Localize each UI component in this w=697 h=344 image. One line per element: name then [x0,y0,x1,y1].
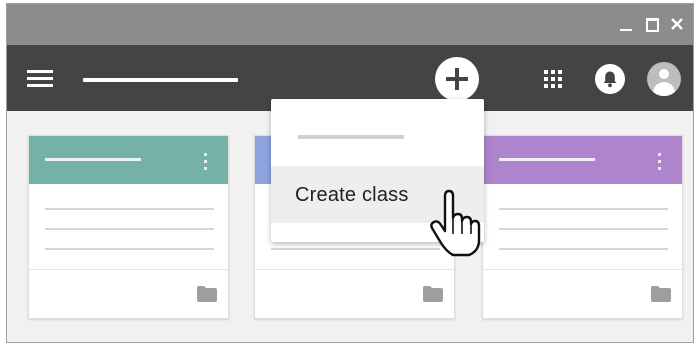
folder-icon[interactable] [423,286,443,307]
notification-bell-icon[interactable] [595,64,625,94]
minimize-icon[interactable] [617,14,637,34]
class-card[interactable] [28,135,229,319]
card-text-placeholder [499,208,668,210]
maximize-icon[interactable] [643,14,663,34]
plus-icon[interactable] [435,57,479,101]
card-divider [255,269,454,270]
card-text-placeholder [271,248,440,250]
create-class-label: Create class [295,184,409,206]
class-card[interactable] [482,135,683,319]
join-class-placeholder[interactable] [298,135,404,139]
app-window: Create class [6,3,694,343]
card-divider [483,269,682,270]
card-title-placeholder [45,158,141,161]
card-text-placeholder [45,248,214,250]
apps-grid-icon[interactable] [544,70,562,88]
hand-pointer-icon [427,188,483,263]
card-title-placeholder [499,158,595,161]
hamburger-menu-icon[interactable] [27,67,53,89]
card-divider [29,269,228,270]
more-vert-icon[interactable] [204,153,208,171]
folder-icon[interactable] [197,286,217,307]
card-text-placeholder [45,228,214,230]
card-text-placeholder [45,208,214,210]
card-text-placeholder [499,228,668,230]
card-text-placeholder [499,248,668,250]
card-header [483,136,682,184]
more-vert-icon[interactable] [658,153,662,171]
folder-icon[interactable] [651,286,671,307]
app-title-placeholder [83,78,238,82]
card-header [29,136,228,184]
window-title-bar [7,4,693,45]
close-icon[interactable] [667,14,687,34]
account-avatar-icon[interactable] [647,62,681,96]
